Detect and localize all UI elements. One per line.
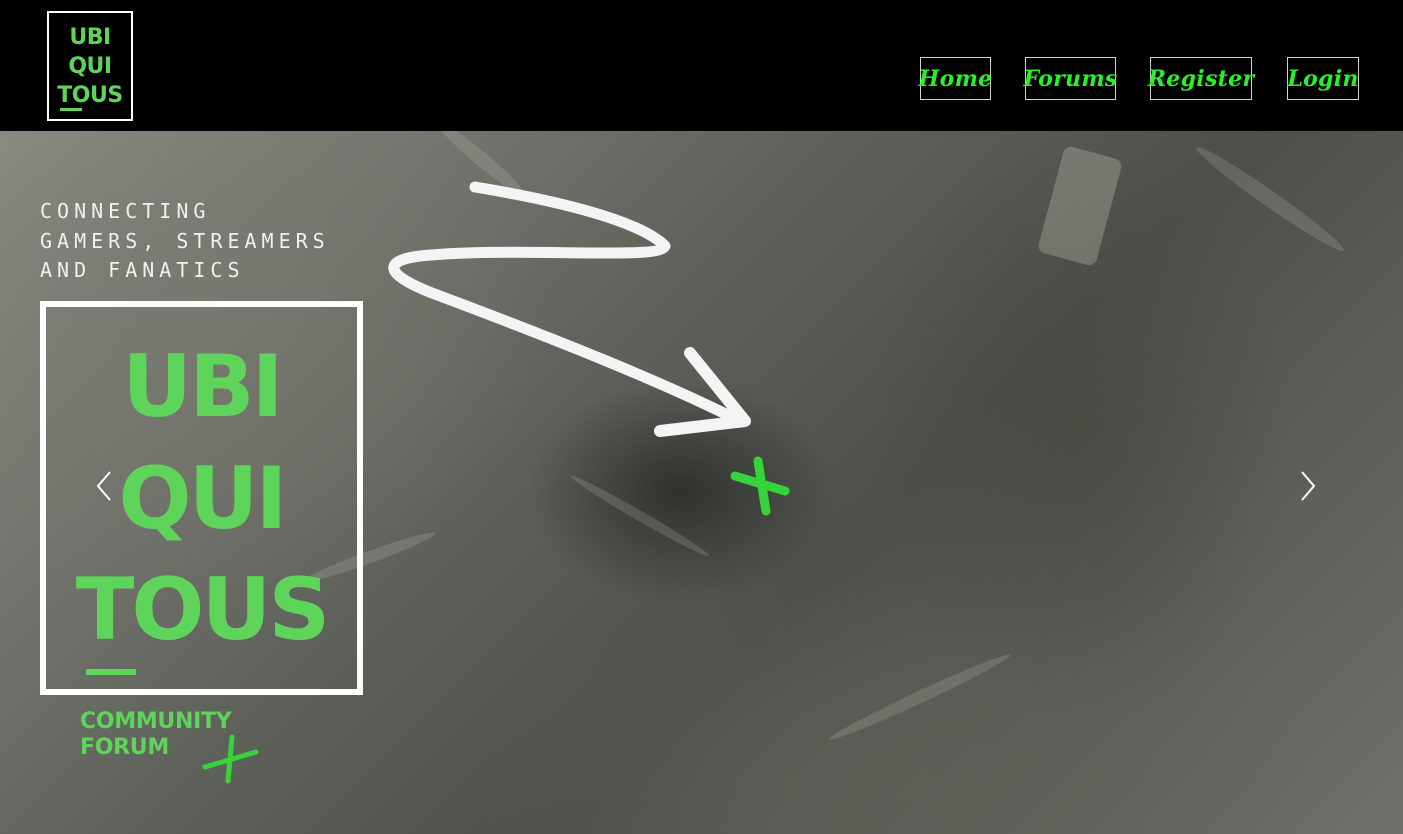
arrow-icon (388, 181, 746, 427)
hero-slideshow: CONNECTING GAMERS, STREAMERS AND FANATICS … (0, 131, 1403, 834)
site-header: UBI QUI TOUS Home Forums Register Login (0, 0, 1403, 131)
chevron-left-icon[interactable] (92, 466, 116, 506)
logo-line-2: QUI (68, 54, 112, 79)
nav-forums-button[interactable]: Forums (1023, 57, 1117, 100)
forum-plus-icon (202, 734, 259, 784)
nav-login-button[interactable]: Login (1287, 57, 1359, 100)
hero-graphics (202, 181, 790, 784)
logo-line-3: TOUS (57, 83, 123, 108)
logo-line-1: UBI (69, 25, 111, 50)
plus-icon (730, 456, 790, 516)
site-logo[interactable]: UBI QUI TOUS (47, 11, 133, 121)
nav-home-button[interactable]: Home (919, 57, 992, 100)
logo-text: UBI QUI TOUS (49, 23, 131, 110)
logo-underline (60, 108, 82, 111)
chevron-right-icon[interactable] (1296, 466, 1320, 506)
nav-register-button[interactable]: Register (1148, 57, 1254, 100)
